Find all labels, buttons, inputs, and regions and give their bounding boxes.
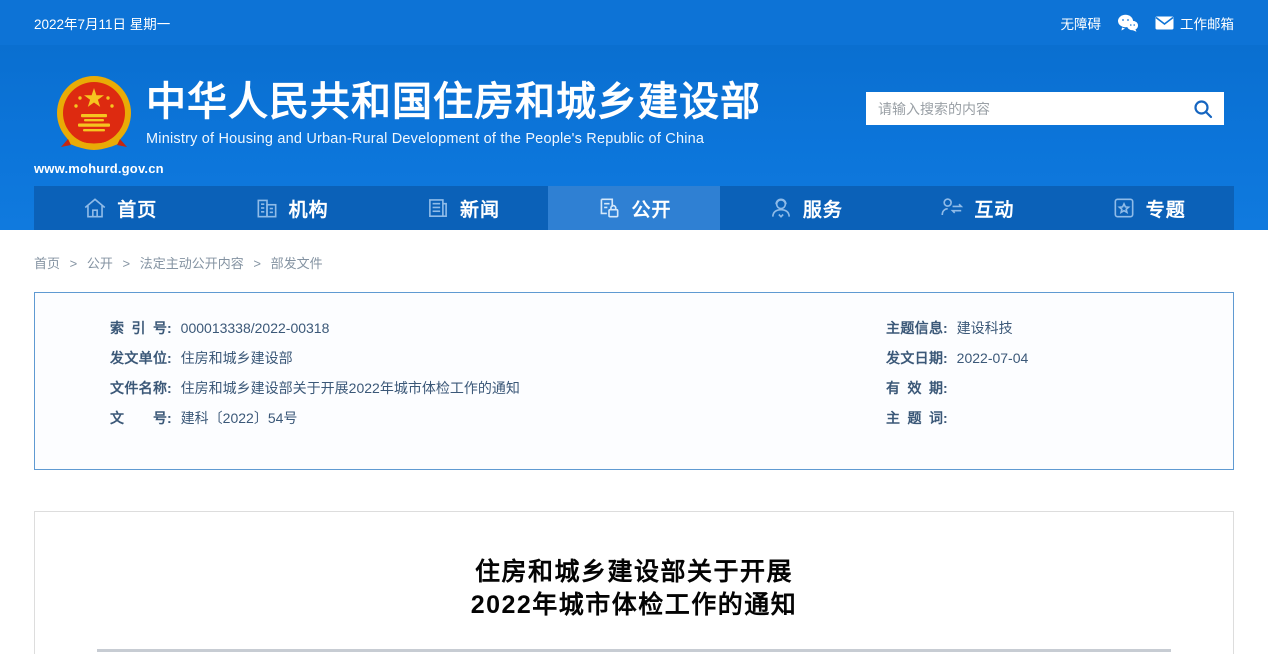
breadcrumb-current-page: 部发文件 [270, 256, 323, 271]
breadcrumb-home[interactable]: 首页 [34, 256, 60, 271]
disclosure-icon [601, 198, 619, 218]
site-title: 中华人民共和国住房和城乡建设部 [146, 80, 761, 124]
topics-icon [1114, 198, 1134, 218]
breadcrumb-statutory-content[interactable]: 法定主动公开内容 [140, 256, 244, 271]
breadcrumb-separator: > [122, 256, 131, 271]
topbar: 2022年7月11日 星期一 无障碍 工作邮箱 [0, 0, 1268, 45]
breadcrumb-separator: > [69, 256, 78, 271]
meta-row-validity-period: 有效期: [886, 380, 948, 396]
meta-row-issuing-unit: 发文单位: 住房和城乡建设部 [110, 350, 293, 366]
document-title: 住房和城乡建设部关于开展 2022年城市体检工作的通知 [35, 556, 1233, 622]
news-icon [429, 199, 447, 217]
nav-item-organization[interactable]: 机构 [205, 186, 376, 230]
site-logo[interactable]: www.mohurd.gov.cn [34, 73, 164, 176]
meta-row-index-number: 索引号: 000013338/2022-00318 [110, 320, 330, 336]
breadcrumb-disclosure[interactable]: 公开 [87, 256, 113, 271]
work-mailbox-link[interactable]: 工作邮箱 [1155, 13, 1234, 33]
main-nav: 首页 机构 新闻 公开 服务 互动 专题 [0, 186, 1268, 230]
meta-row-document-number: 文号: 建科〔2022〕54号 [110, 410, 298, 426]
document-title-line2: 2022年城市体检工作的通知 [470, 591, 798, 619]
site-header: www.mohurd.gov.cn 中华人民共和国住房和城乡建设部 Minist… [0, 45, 1268, 230]
organization-icon [257, 199, 277, 218]
search-button[interactable] [1182, 92, 1224, 125]
search-box [866, 92, 1224, 125]
title-divider [97, 649, 1171, 652]
nav-item-services[interactable]: 服务 [720, 186, 891, 230]
mail-icon [1155, 16, 1174, 30]
document-meta-box: 索引号: 000013338/2022-00318 发文单位: 住房和城乡建设部… [34, 292, 1234, 470]
breadcrumb-separator: > [253, 256, 261, 271]
service-icon [771, 198, 790, 218]
nav-item-disclosure[interactable]: 公开 [548, 186, 720, 230]
nav-item-news[interactable]: 新闻 [377, 186, 548, 230]
meta-row-document-name: 文件名称: 住房和城乡建设部关于开展2022年城市体检工作的通知 [110, 380, 520, 396]
document-title-line1: 住房和城乡建设部关于开展 [474, 558, 793, 586]
date-text: 2022年7月11日 星期一 [34, 16, 171, 32]
nav-item-home[interactable]: 首页 [34, 186, 205, 230]
nav-item-topics[interactable]: 专题 [1063, 186, 1234, 230]
search-icon [1194, 99, 1213, 118]
nav-item-interaction[interactable]: 互动 [891, 186, 1062, 230]
site-title-english: Ministry of Housing and Urban-Rural Deve… [146, 131, 705, 147]
site-url: www.mohurd.gov.cn [34, 161, 164, 176]
search-input[interactable] [866, 92, 1182, 125]
wechat-icon[interactable] [1117, 14, 1139, 32]
meta-row-keywords: 主题词: [886, 410, 948, 426]
national-emblem-icon [57, 76, 131, 150]
home-icon [84, 198, 106, 218]
meta-row-subject-info: 主题信息: 建设科技 [886, 320, 1013, 336]
accessibility-link[interactable]: 无障碍 [1061, 13, 1102, 33]
breadcrumb: 首页 > 公开 > 法定主动公开内容 > 部发文件 [34, 230, 1234, 271]
document-card: 住房和城乡建设部关于开展 2022年城市体检工作的通知 [34, 511, 1234, 654]
interaction-icon [941, 198, 964, 216]
meta-row-issue-date: 发文日期: 2022-07-04 [886, 350, 1029, 366]
